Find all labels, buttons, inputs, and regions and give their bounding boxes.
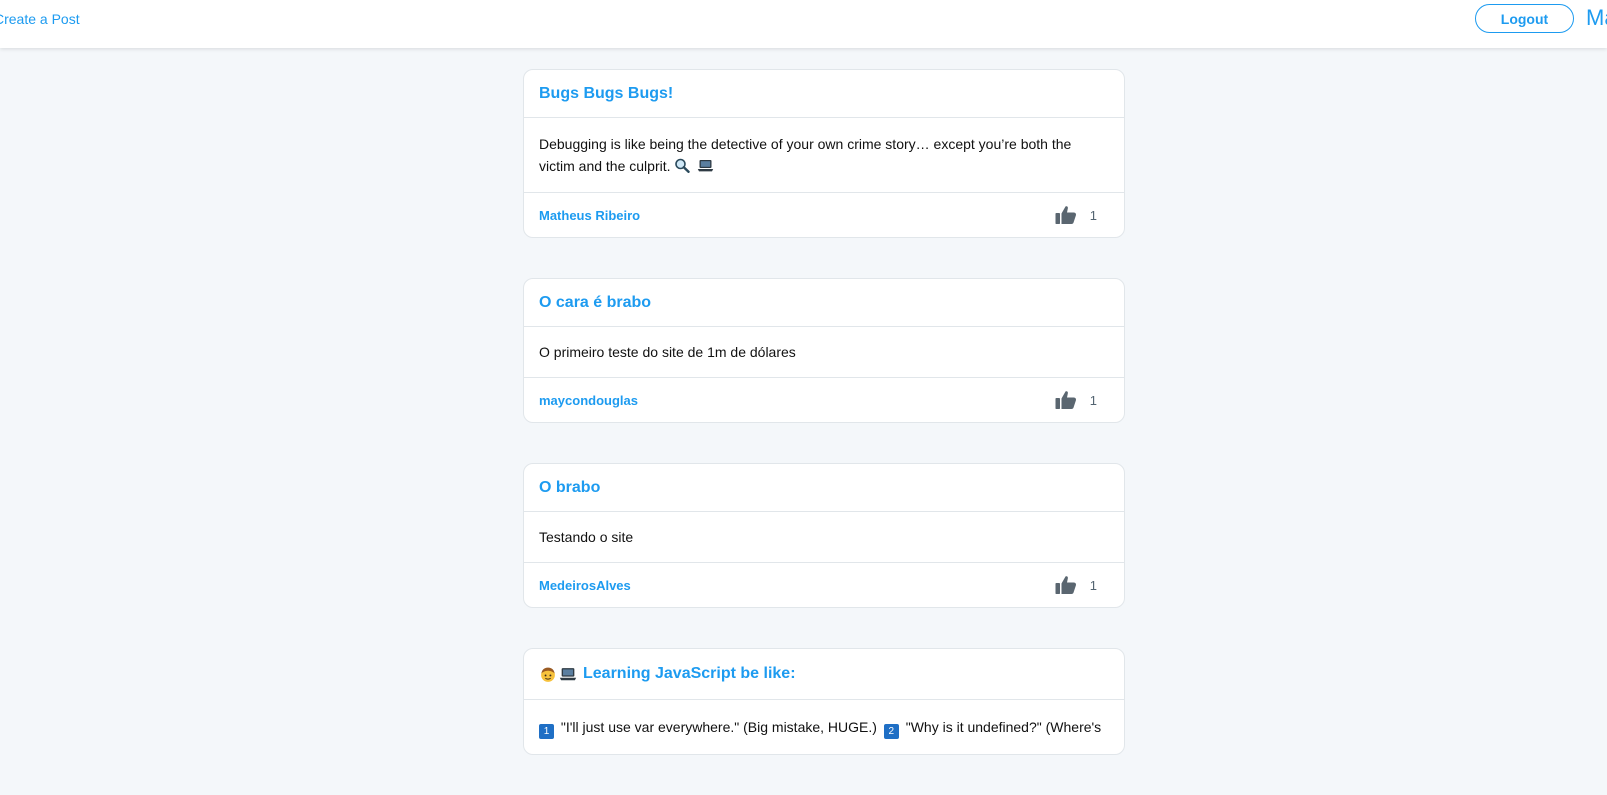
post-title[interactable]: O brabo [524, 464, 1124, 512]
thumbs-up-icon[interactable] [1054, 203, 1078, 227]
post-body-text: "I'll just use var everywhere." (Big mis… [560, 719, 877, 735]
post-card: O cara é brabo O primeiro teste do site … [523, 278, 1125, 423]
keycap-number-icon: 1 [539, 724, 554, 739]
keycap-number-icon: 2 [883, 724, 899, 739]
logout-button[interactable]: Logout [1475, 4, 1574, 33]
boy-face-icon [541, 667, 555, 682]
post-body-text: O primeiro teste do site de 1m de dólare… [539, 344, 796, 360]
post-title[interactable]: Learning JavaScript be like: [524, 649, 1124, 700]
like-count: 1 [1089, 577, 1097, 593]
post-title[interactable]: Bugs Bugs Bugs! [524, 70, 1124, 118]
post-card: Learning JavaScript be like: 1 "I'll jus… [523, 648, 1125, 755]
post-title[interactable]: O cara é brabo [524, 279, 1124, 327]
thumbs-up-icon[interactable] [1054, 388, 1078, 412]
post-body-text: Debugging is like being the detective of… [539, 136, 1072, 174]
post-body: O primeiro teste do site de 1m de dólare… [524, 327, 1124, 378]
post-body-text: Testando o site [539, 529, 634, 545]
laptop-icon [559, 668, 577, 681]
like-group: 1 [1054, 203, 1097, 227]
user-name[interactable]: Ma [1586, 5, 1607, 31]
like-count: 1 [1089, 207, 1097, 223]
post-title-text: Learning JavaScript be like: [583, 665, 796, 682]
like-count: 1 [1089, 392, 1097, 408]
top-bar: Create a Post Logout Ma [0, 0, 1607, 48]
thumbs-up-icon[interactable] [1054, 573, 1078, 597]
post-card: O brabo Testando o site MedeirosAlves 1 [523, 463, 1125, 608]
post-body: 1 "I'll just use var everywhere." (Big m… [524, 700, 1124, 754]
post-footer: Matheus Ribeiro 1 [524, 193, 1124, 237]
like-group: 1 [1054, 388, 1097, 412]
post-body-text: "Why is it undefined?" (Where's [905, 719, 1102, 735]
post-author[interactable]: maycondouglas [539, 393, 638, 408]
create-post-link[interactable]: Create a Post [0, 11, 80, 27]
laptop-icon [698, 160, 714, 172]
post-footer: MedeirosAlves 1 [524, 563, 1124, 607]
magnifier-icon [675, 158, 691, 173]
post-feed: Bugs Bugs Bugs! Debugging is like being … [523, 69, 1125, 795]
post-author[interactable]: Matheus Ribeiro [539, 208, 640, 223]
post-body: Testando o site [524, 512, 1124, 563]
post-footer: maycondouglas 1 [524, 378, 1124, 422]
post-author[interactable]: MedeirosAlves [539, 578, 631, 593]
post-card: Bugs Bugs Bugs! Debugging is like being … [523, 69, 1125, 238]
post-body: Debugging is like being the detective of… [524, 118, 1124, 193]
like-group: 1 [1054, 573, 1097, 597]
